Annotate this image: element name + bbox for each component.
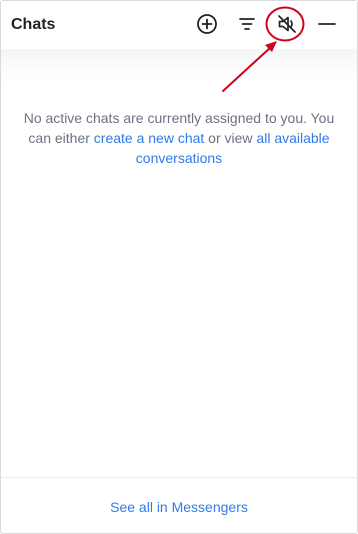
footer-divider — [1, 477, 357, 478]
empty-state-text-2: or view — [204, 130, 257, 146]
annotation-arrow — [222, 41, 277, 92]
add-circle-icon — [197, 14, 217, 34]
new-chat-button[interactable] — [194, 11, 220, 37]
minimize-icon — [318, 23, 336, 25]
panel-title: Chats — [11, 16, 56, 33]
chats-panel: Chats No active chats are currently assi… — [0, 0, 358, 534]
header-shadow — [1, 49, 357, 83]
minimize-button[interactable] — [314, 11, 340, 37]
filter-button[interactable] — [234, 11, 260, 37]
empty-state-message: No active chats are currently assigned t… — [21, 108, 337, 168]
see-all-messengers-link[interactable]: See all in Messengers — [1, 497, 357, 517]
filter-icon — [239, 18, 255, 30]
create-new-chat-link[interactable]: create a new chat — [94, 130, 205, 146]
